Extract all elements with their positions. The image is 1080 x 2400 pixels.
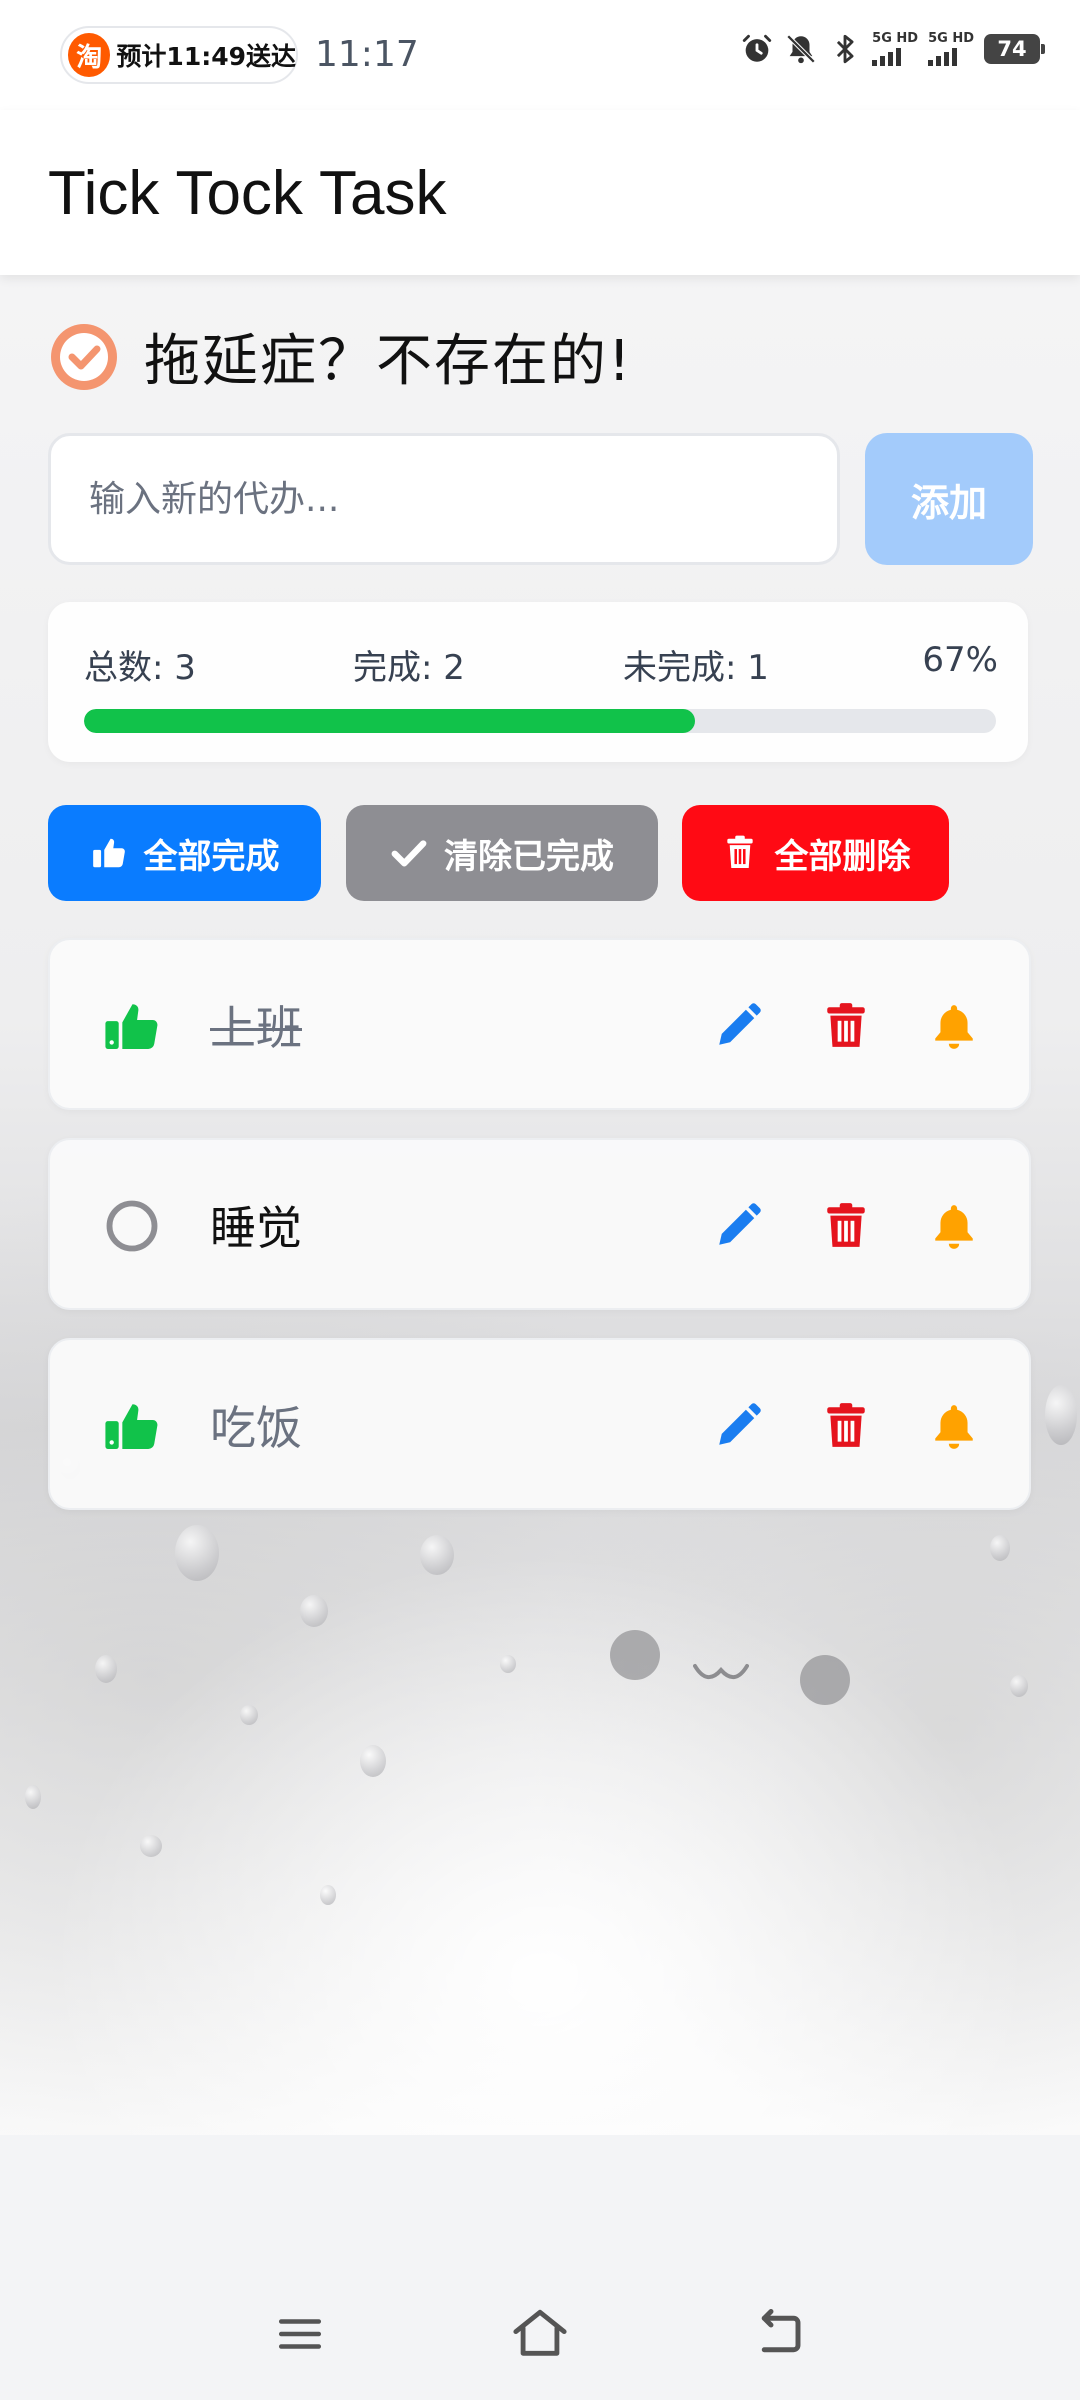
home-button[interactable] xyxy=(508,2302,572,2366)
edit-task-button[interactable] xyxy=(708,1396,768,1456)
trash-icon xyxy=(827,1003,865,1047)
app-bar: Tick Tock Task xyxy=(0,110,1080,275)
task-label: 吃饭 xyxy=(210,1401,302,1455)
add-task-button[interactable]: 添加 xyxy=(865,433,1033,565)
check-circle-icon xyxy=(51,323,117,390)
task-item: 吃饭 xyxy=(48,1338,1031,1510)
edit-task-button[interactable] xyxy=(708,1196,768,1256)
delete-all-label: 全部删除 xyxy=(774,837,911,876)
done-count: 完成: 2 xyxy=(353,648,465,688)
empty-circle-icon xyxy=(106,1200,158,1252)
progress-percent: 67% xyxy=(922,640,998,680)
trash-icon xyxy=(827,1403,865,1447)
trash-icon xyxy=(726,835,753,869)
remind-task-button[interactable] xyxy=(924,1396,984,1456)
bell-icon xyxy=(935,1205,973,1249)
signal-strength-2: 5G HD xyxy=(928,32,974,66)
delete-all-button[interactable]: 全部删除 xyxy=(682,805,949,901)
status-time: 11:17 xyxy=(315,34,419,75)
pencil-icon xyxy=(719,1003,761,1045)
home-icon xyxy=(513,2309,567,2356)
task-item: 上班 xyxy=(48,938,1031,1110)
total-count: 总数: 3 xyxy=(84,648,196,688)
menu-button[interactable] xyxy=(268,2302,332,2366)
edit-task-button[interactable] xyxy=(708,996,768,1056)
delivery-notification-pill[interactable]: 淘 预计11:49送达 xyxy=(60,26,298,84)
trash-icon xyxy=(827,1203,865,1247)
thumbs-up-icon xyxy=(105,1404,158,1449)
complete-all-label: 全部完成 xyxy=(143,837,280,876)
remind-task-button[interactable] xyxy=(924,996,984,1056)
complete-all-button[interactable]: 全部完成 xyxy=(48,805,321,901)
stats-card: 总数: 3 完成: 2 未完成: 1 67% xyxy=(48,602,1028,762)
back-icon xyxy=(761,2309,801,2353)
status-bar: 淘 预计11:49送达 11:17 5G HD 5G HD 74 xyxy=(0,0,1080,110)
delete-task-button[interactable] xyxy=(816,1196,876,1256)
task-toggle-done[interactable] xyxy=(102,1196,162,1256)
heading-text: 拖延症？不存在的! xyxy=(144,329,633,394)
delivery-text: 预计11:49送达 xyxy=(116,42,296,71)
new-task-input[interactable] xyxy=(48,433,840,565)
delete-task-button[interactable] xyxy=(816,1396,876,1456)
app-title: Tick Tock Task xyxy=(48,159,447,228)
cat-mouth-decoration xyxy=(693,1664,749,1679)
system-icons: 5G HD 5G HD 74 xyxy=(740,32,1045,66)
signal-strength-1: 5G HD xyxy=(872,32,918,66)
back-button[interactable] xyxy=(748,2302,812,2366)
page-heading: 拖延症？不存在的! xyxy=(48,316,632,397)
bell-icon xyxy=(935,1005,973,1049)
menu-icon xyxy=(278,2319,322,2349)
task-toggle-done[interactable] xyxy=(102,1396,162,1456)
undone-count: 未完成: 1 xyxy=(623,648,769,688)
delete-task-button[interactable] xyxy=(816,996,876,1056)
progress-bar xyxy=(84,709,996,733)
bell-icon xyxy=(935,1405,973,1449)
task-item: 睡觉 xyxy=(48,1138,1031,1310)
clear-done-label: 清除已完成 xyxy=(444,837,614,876)
clear-done-button[interactable]: 清除已完成 xyxy=(346,805,658,901)
task-label: 睡觉 xyxy=(210,1201,302,1255)
navigation-bar xyxy=(0,2280,1080,2400)
task-label: 上班 xyxy=(210,1001,302,1055)
taobao-icon: 淘 xyxy=(68,33,111,77)
progress-bar-fill xyxy=(84,709,696,733)
battery-indicator: 74 xyxy=(984,34,1045,64)
checkmark-icon xyxy=(391,840,427,867)
alarm-icon xyxy=(742,34,772,62)
thumbs-up-icon xyxy=(92,838,125,868)
thumbs-up-icon xyxy=(105,1004,158,1049)
bluetooth-icon xyxy=(837,34,854,64)
task-toggle-done[interactable] xyxy=(102,996,162,1056)
pencil-icon xyxy=(719,1403,761,1445)
remind-task-button[interactable] xyxy=(924,1196,984,1256)
mute-bell-icon xyxy=(786,34,816,64)
pencil-icon xyxy=(719,1203,761,1245)
